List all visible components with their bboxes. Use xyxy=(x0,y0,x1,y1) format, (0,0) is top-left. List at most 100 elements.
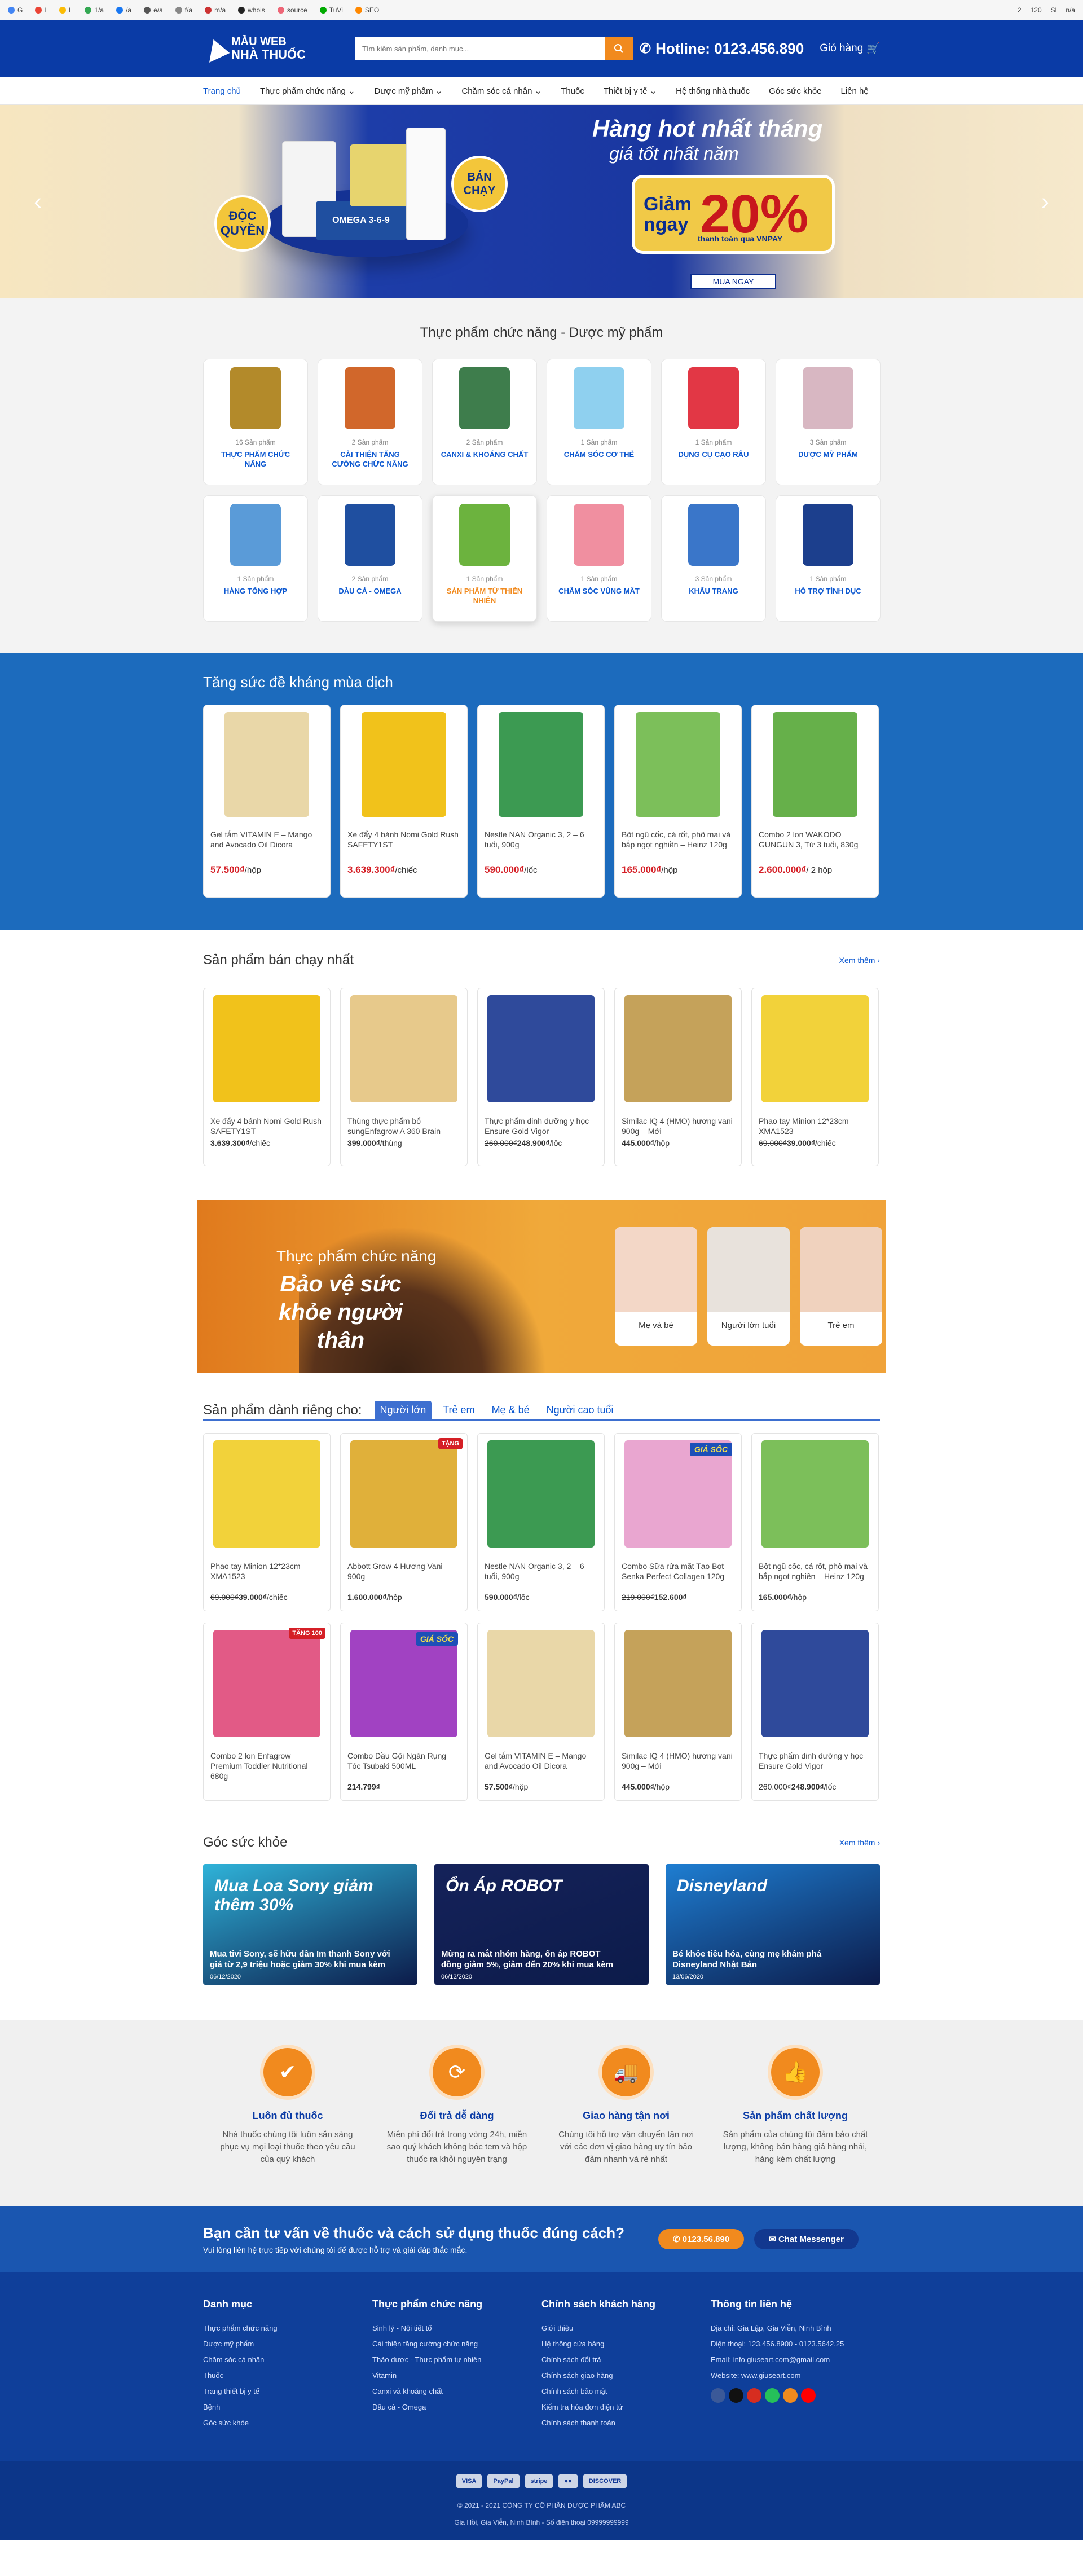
product-card[interactable]: Bột ngũ cốc, cá rốt, phô mai và bắp ngọt… xyxy=(751,1433,879,1611)
product-card[interactable]: TẶNG Abbott Grow 4 Hương Vani 900g 1.600.0… xyxy=(340,1433,468,1611)
nav-item[interactable]: Hệ thống nhà thuốc xyxy=(676,86,750,96)
bookmark-right-item[interactable]: 120 xyxy=(1031,6,1042,14)
product-card[interactable]: Similac IQ 4 (HMO) hương vani 900g – Mới… xyxy=(614,1623,742,1801)
rss-icon[interactable] xyxy=(783,2388,798,2403)
footer-link[interactable]: Chính sách đổi trả xyxy=(542,2352,711,2368)
footer-link[interactable]: Chính sách thanh toán xyxy=(542,2415,711,2431)
footer-link[interactable]: Cải thiện tăng cường chức năng xyxy=(372,2336,542,2352)
nav-item[interactable]: Thực phẩm chức năng ⌄ xyxy=(260,86,355,96)
hotline[interactable]: ✆ Hotline: 0123.456.890 xyxy=(640,40,804,58)
email-icon[interactable] xyxy=(747,2388,761,2403)
product-card[interactable]: Nestle NAN Organic 3, 2 – 6 tuổi, 900g 59… xyxy=(477,705,605,898)
youtube-icon[interactable] xyxy=(801,2388,816,2403)
search-input[interactable] xyxy=(355,37,605,60)
category-card[interactable]: 1 Sản phẩm HÀNG TỔNG HỢP xyxy=(203,495,308,622)
category-card[interactable]: 1 Sản phẩm HỖ TRỢ TÌNH DỤC xyxy=(776,495,881,622)
nav-item[interactable]: Thiết bị y tế ⌄ xyxy=(604,86,657,96)
category-card[interactable]: 1 Sản phẩm CHĂM SÓC VÙNG MẮT xyxy=(547,495,651,622)
category-card[interactable]: 3 Sản phẩm KHẨU TRANG xyxy=(661,495,766,622)
product-card[interactable]: Nestle NAN Organic 3, 2 – 6 tuổi, 900g 59… xyxy=(477,1433,605,1611)
product-card[interactable]: Gel tắm VITAMIN E – Mango and Avocado Oi… xyxy=(477,1623,605,1801)
banner-prev-button[interactable]: ‹ xyxy=(29,188,46,214)
family-card[interactable]: Người lớn tuổi xyxy=(707,1227,790,1346)
bookmark-item[interactable]: TuVi xyxy=(319,6,343,14)
product-card[interactable]: Gel tắm VITAMIN E – Mango and Avocado Oi… xyxy=(203,705,331,898)
dedicated-tab[interactable]: Người cao tuổi xyxy=(541,1401,619,1419)
footer-link[interactable]: Thuốc xyxy=(203,2368,372,2384)
product-card[interactable]: TẶNG 100 Combo 2 lon Enfagrow Premium Tod… xyxy=(203,1623,331,1801)
footer-link[interactable]: Hệ thống cửa hàng xyxy=(542,2336,711,2352)
product-card[interactable]: Phao tay Minion 12*23cm XMA1523 69.000₫39… xyxy=(203,1433,331,1611)
search-button[interactable] xyxy=(605,37,633,60)
dedicated-tab[interactable]: Người lớn xyxy=(374,1401,432,1419)
category-card[interactable]: 2 Sản phẩm CANXI & KHOÁNG CHẤT xyxy=(432,359,537,485)
product-card[interactable]: Similac IQ 4 (HMO) hương vani 900g – Mới… xyxy=(614,988,742,1166)
category-card[interactable]: 1 Sản phẩm DỤNG CỤ CẠO RÂU xyxy=(661,359,766,485)
nav-item[interactable]: Góc sức khỏe xyxy=(769,86,821,96)
nav-item[interactable]: Trang chủ xyxy=(203,86,241,96)
category-card[interactable]: 1 Sản phẩm SẢN PHẨM TỪ THIÊN NHIÊN xyxy=(432,495,537,622)
nav-item[interactable]: Thuốc xyxy=(561,86,584,96)
bookmark-item[interactable]: f/a xyxy=(175,6,192,14)
family-card[interactable]: Trẻ em xyxy=(800,1227,882,1346)
bookmark-right-item[interactable]: Sl xyxy=(1051,6,1057,14)
phone-icon[interactable] xyxy=(765,2388,780,2403)
product-card[interactable]: GIÁ SỐC Combo Sữa rửa mặt Tạo Bọt Senka P… xyxy=(614,1433,742,1611)
cta-phone-button[interactable]: ✆ 0123.56.890 xyxy=(658,2229,745,2249)
bookmark-item[interactable]: m/a xyxy=(205,6,226,14)
facebook-icon[interactable] xyxy=(711,2388,725,2403)
footer-link[interactable]: Giới thiệu xyxy=(542,2320,711,2336)
footer-link[interactable]: Sinh lý - Nội tiết tố xyxy=(372,2320,542,2336)
footer-link[interactable]: Kiểm tra hóa đơn điện tử xyxy=(542,2399,711,2415)
site-logo[interactable]: MẪU WEB NHÀ THUỐC xyxy=(203,36,355,61)
bookmark-item[interactable]: I xyxy=(35,6,47,14)
footer-link[interactable]: Bệnh xyxy=(203,2399,372,2415)
category-card[interactable]: 1 Sản phẩm CHĂM SÓC CƠ THỂ xyxy=(547,359,651,485)
category-card[interactable]: 2 Sản phẩm DẦU CÁ - OMEGA xyxy=(318,495,422,622)
nav-item[interactable]: Liên hệ xyxy=(841,86,869,96)
footer-link[interactable]: Dầu cá - Omega xyxy=(372,2399,542,2415)
bookmark-right-item[interactable]: n/a xyxy=(1066,6,1075,14)
footer-link[interactable]: Thảo dược - Thực phẩm tự nhiên xyxy=(372,2352,542,2368)
bookmark-item[interactable]: L xyxy=(59,6,72,14)
category-card[interactable]: 2 Sản phẩm CẢI THIỆN TĂNG CƯỜNG CHỨC NĂNG xyxy=(318,359,422,485)
category-card[interactable]: 3 Sản phẩm DƯỢC MỸ PHẨM xyxy=(776,359,881,485)
cta-chat-button[interactable]: ✉ Chat Messenger xyxy=(754,2229,859,2249)
footer-link[interactable]: Dược mỹ phẩm xyxy=(203,2336,372,2352)
product-card[interactable]: Combo 2 lon WAKODO GUNGUN 3, Từ 3 tuổi, … xyxy=(751,705,879,898)
footer-link[interactable]: Góc sức khỏe xyxy=(203,2415,372,2431)
dedicated-tab[interactable]: Mẹ & bé xyxy=(486,1401,535,1419)
banner-next-button[interactable]: › xyxy=(1037,188,1054,214)
footer-link[interactable]: Chăm sóc cá nhân xyxy=(203,2352,372,2368)
health-post[interactable]: Mua Loa Sony giảm thêm 30% Mua tivi Sony,… xyxy=(203,1864,417,1985)
health-more-link[interactable]: Xem thêm › xyxy=(839,1838,880,1847)
category-card[interactable]: 16 Sản phẩm THỰC PHẨM CHỨC NĂNG xyxy=(203,359,308,485)
banner-buy-button[interactable]: MUA NGAY xyxy=(690,274,776,289)
product-card[interactable]: Bột ngũ cốc, cá rốt, phô mai và bắp ngọt… xyxy=(614,705,742,898)
footer-link[interactable]: Chính sách giao hàng xyxy=(542,2368,711,2384)
cart-link[interactable]: Giỏ hàng 🛒 xyxy=(820,42,880,55)
bookmark-item[interactable]: SEO xyxy=(355,6,379,14)
product-card[interactable]: Thùng thực phẩm bổ sungEnfagrow A 360 Br… xyxy=(340,988,468,1166)
product-card[interactable]: Xe đẩy 4 bánh Nomi Gold Rush SAFETY1ST 3.… xyxy=(203,988,331,1166)
product-card[interactable]: GIÁ SỐC Combo Dầu Gội Ngăn Rụng Tóc Tsuba… xyxy=(340,1623,468,1801)
health-post[interactable]: Disneyland Bé khỏe tiêu hóa, cùng mẹ khám… xyxy=(666,1864,880,1985)
bookmark-item[interactable]: /a xyxy=(116,6,131,14)
footer-link[interactable]: Vitamin xyxy=(372,2368,542,2384)
tiktok-icon[interactable] xyxy=(729,2388,743,2403)
footer-link[interactable]: Thực phẩm chức năng xyxy=(203,2320,372,2336)
product-card[interactable]: Phao tay Minion 12*23cm XMA1523 69.000₫39… xyxy=(751,988,879,1166)
family-card[interactable]: Mẹ và bé xyxy=(615,1227,697,1346)
footer-link[interactable]: Canxi và khoáng chất xyxy=(372,2384,542,2399)
bookmark-item[interactable]: 1/a xyxy=(85,6,104,14)
bookmark-item[interactable]: G xyxy=(8,6,23,14)
bookmark-item[interactable]: e/a xyxy=(144,6,163,14)
nav-item[interactable]: Chăm sóc cá nhân ⌄ xyxy=(461,86,542,96)
bookmark-right-item[interactable]: 2 xyxy=(1018,6,1022,14)
footer-link[interactable]: Chính sách bảo mật xyxy=(542,2384,711,2399)
product-card[interactable]: Thực phẩm dinh dưỡng y học Ensure Gold V… xyxy=(751,1623,879,1801)
bookmark-item[interactable]: source xyxy=(277,6,307,14)
product-card[interactable]: Xe đẩy 4 bánh Nomi Gold Rush SAFETY1ST 3.… xyxy=(340,705,468,898)
nav-item[interactable]: Dược mỹ phẩm ⌄ xyxy=(375,86,443,96)
health-post[interactable]: Ổn Áp ROBOT Mừng ra mắt nhóm hàng, ổn áp … xyxy=(434,1864,649,1985)
